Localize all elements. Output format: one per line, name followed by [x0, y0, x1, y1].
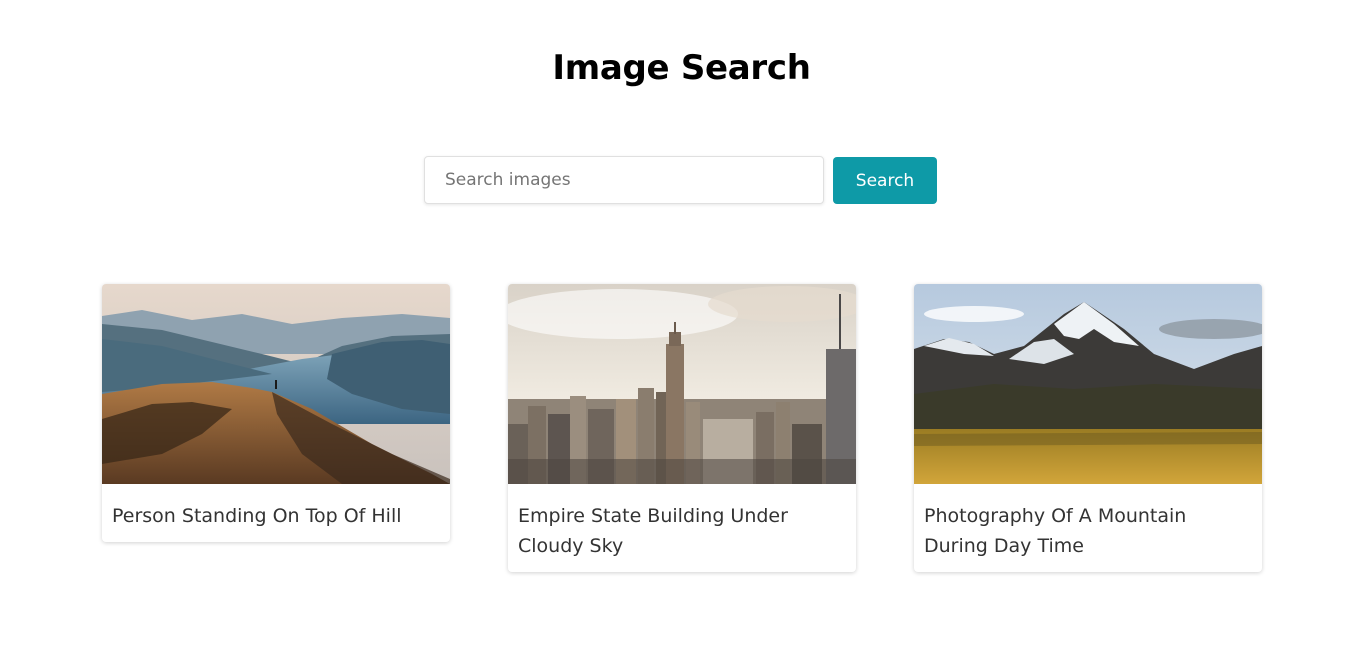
- image-title: Person Standing On Top Of Hill: [112, 505, 402, 527]
- image-card[interactable]: Empire State Building Under Cloudy Sky: [508, 284, 856, 572]
- search-button[interactable]: Search: [833, 157, 937, 204]
- image-title: Empire State Building Under Cloudy Sky: [518, 505, 788, 557]
- image-card[interactable]: Photography Of A Mountain During Day Tim…: [914, 284, 1262, 572]
- image-title: Photography Of A Mountain During Day Tim…: [924, 505, 1187, 557]
- result-image[interactable]: [508, 284, 856, 484]
- image-card[interactable]: Person Standing On Top Of Hill: [102, 284, 450, 542]
- search-input[interactable]: [424, 156, 824, 204]
- result-image[interactable]: [102, 284, 450, 484]
- result-image[interactable]: [914, 284, 1262, 484]
- results-grid: Person Standing On Top Of Hill Empire St…: [102, 284, 1262, 572]
- page-title: Image Search: [552, 48, 811, 88]
- search-bar: Search: [424, 156, 937, 204]
